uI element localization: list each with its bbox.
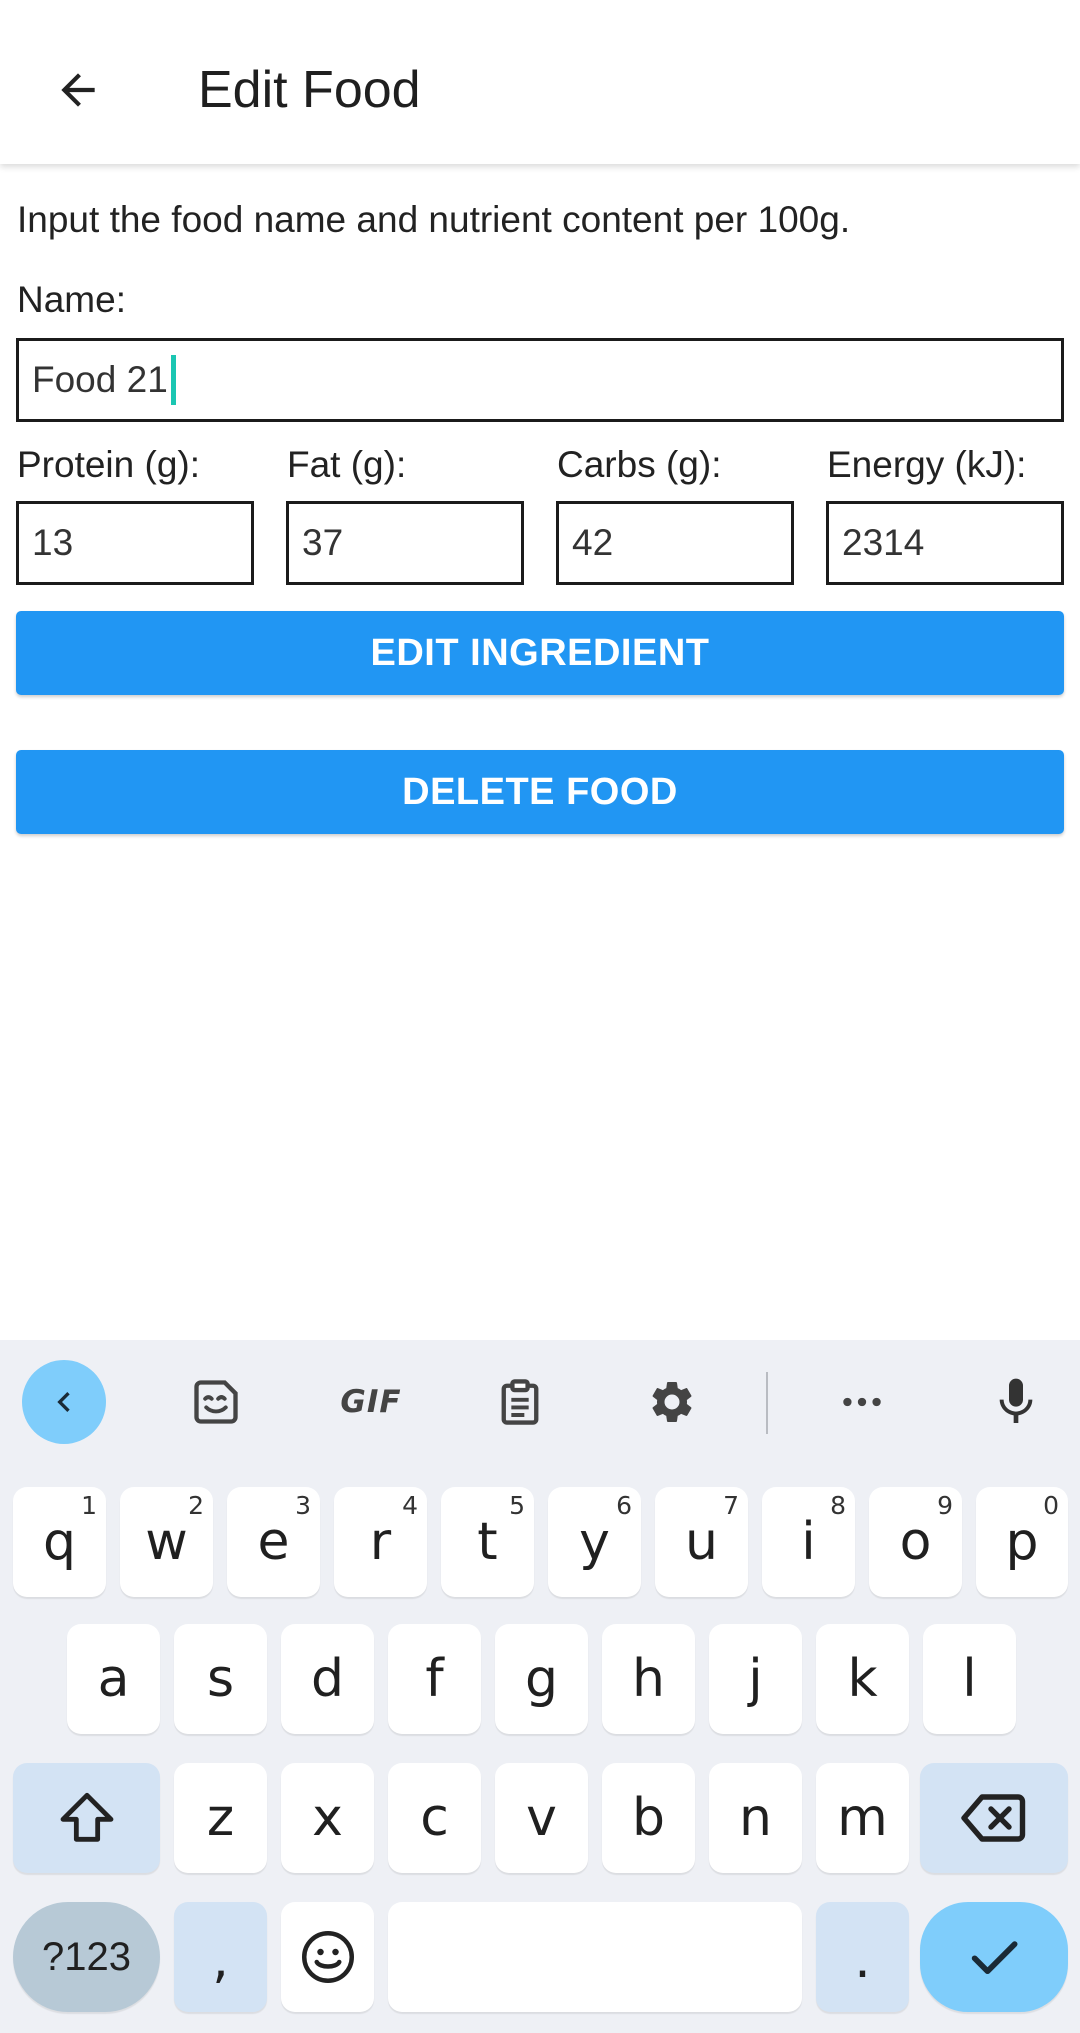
key-hint: 8 bbox=[830, 1491, 846, 1520]
key-e[interactable]: e3 bbox=[227, 1487, 320, 1597]
fat-label: Fat (g): bbox=[287, 444, 407, 485]
key-label: r bbox=[369, 1512, 392, 1572]
protein-input[interactable]: 13 bbox=[16, 501, 254, 585]
key-hint: 1 bbox=[81, 1491, 97, 1520]
clipboard-button[interactable] bbox=[478, 1360, 562, 1444]
sticker-button[interactable] bbox=[174, 1360, 258, 1444]
key-j[interactable]: j bbox=[709, 1624, 802, 1734]
energy-label: Energy (kJ): bbox=[827, 444, 1027, 485]
shift-icon bbox=[60, 1792, 113, 1842]
text-caret bbox=[170, 355, 176, 405]
key-label: w bbox=[145, 1512, 188, 1572]
shift-key[interactable] bbox=[13, 1763, 160, 1873]
key-hint: 9 bbox=[937, 1491, 953, 1520]
emoji-icon bbox=[301, 1931, 354, 1983]
key-label: p bbox=[1005, 1512, 1039, 1572]
backspace-key[interactable] bbox=[920, 1763, 1068, 1873]
enter-key[interactable] bbox=[920, 1902, 1068, 2012]
gif-label: GIF bbox=[340, 1384, 402, 1420]
keyboard-toolbar: GIF bbox=[0, 1340, 1080, 1465]
fat-input[interactable]: 37 bbox=[286, 501, 524, 585]
clipboard-icon bbox=[501, 1379, 539, 1425]
microphone-icon bbox=[999, 1378, 1033, 1423]
checkmark-icon bbox=[971, 1941, 1018, 1975]
toolbar-divider bbox=[766, 1372, 768, 1434]
key-v[interactable]: v bbox=[495, 1763, 588, 1873]
name-input-value: Food 21 bbox=[32, 359, 168, 400]
key-label: q bbox=[42, 1512, 76, 1572]
key-hint: 6 bbox=[616, 1491, 632, 1520]
key-label: i bbox=[801, 1512, 816, 1572]
gif-button[interactable]: GIF bbox=[326, 1360, 416, 1444]
key-label: u bbox=[685, 1512, 718, 1572]
carbs-label: Carbs (g): bbox=[557, 444, 722, 485]
instructions-text: Input the food name and nutrient content… bbox=[17, 199, 851, 240]
key-label: o bbox=[899, 1512, 932, 1572]
key-h[interactable]: h bbox=[602, 1624, 695, 1734]
key-i[interactable]: i8 bbox=[762, 1487, 855, 1597]
emoji-key[interactable] bbox=[281, 1902, 374, 2012]
key-label: t bbox=[477, 1512, 498, 1572]
protein-label: Protein (g): bbox=[17, 444, 201, 485]
fat-value: 37 bbox=[302, 522, 344, 563]
gear-icon bbox=[652, 1382, 692, 1422]
app-bar: Edit Food bbox=[0, 0, 1080, 164]
page-title: Edit Food bbox=[198, 61, 421, 119]
key-y[interactable]: y6 bbox=[548, 1487, 641, 1597]
name-label: Name: bbox=[17, 279, 126, 320]
key-r[interactable]: r4 bbox=[334, 1487, 427, 1597]
sticker-icon bbox=[194, 1380, 238, 1424]
key-f[interactable]: f bbox=[388, 1624, 481, 1734]
key-m[interactable]: m bbox=[816, 1763, 909, 1873]
key-hint: 3 bbox=[295, 1491, 311, 1520]
key-a[interactable]: a bbox=[67, 1624, 160, 1734]
protein-value: 13 bbox=[32, 522, 74, 563]
more-horizontal-icon bbox=[843, 1397, 881, 1407]
arrow-back-icon bbox=[61, 73, 95, 107]
symbols-key[interactable]: ?123 bbox=[13, 1902, 160, 2012]
key-w[interactable]: w2 bbox=[120, 1487, 213, 1597]
chevron-left-icon bbox=[57, 1392, 70, 1412]
carbs-value: 42 bbox=[572, 522, 614, 563]
key-label: y bbox=[579, 1512, 610, 1572]
comma-key[interactable]: , bbox=[174, 1902, 267, 2012]
more-button[interactable] bbox=[820, 1360, 904, 1444]
key-hint: 0 bbox=[1043, 1491, 1059, 1520]
key-n[interactable]: n bbox=[709, 1763, 802, 1873]
keyboard-collapse-button[interactable] bbox=[22, 1360, 106, 1444]
key-p[interactable]: p0 bbox=[976, 1487, 1068, 1597]
key-x[interactable]: x bbox=[281, 1763, 374, 1873]
energy-input[interactable]: 2314 bbox=[826, 501, 1064, 585]
key-t[interactable]: t5 bbox=[441, 1487, 534, 1597]
key-o[interactable]: o9 bbox=[869, 1487, 962, 1597]
name-input[interactable]: Food 21 bbox=[16, 338, 1064, 422]
space-key[interactable] bbox=[388, 1902, 802, 2012]
key-hint: 4 bbox=[402, 1491, 418, 1520]
key-q[interactable]: q1 bbox=[13, 1487, 106, 1597]
delete-food-button[interactable]: DELETE FOOD bbox=[16, 750, 1064, 834]
settings-button[interactable] bbox=[630, 1360, 714, 1444]
key-s[interactable]: s bbox=[174, 1624, 267, 1734]
back-button[interactable] bbox=[28, 44, 128, 136]
key-hint: 5 bbox=[509, 1491, 525, 1520]
key-label: e bbox=[257, 1512, 290, 1572]
key-k[interactable]: k bbox=[816, 1624, 909, 1734]
key-b[interactable]: b bbox=[602, 1763, 695, 1873]
key-l[interactable]: l bbox=[923, 1624, 1016, 1734]
edit-ingredient-button[interactable]: EDIT INGREDIENT bbox=[16, 611, 1064, 695]
key-g[interactable]: g bbox=[495, 1624, 588, 1734]
energy-value: 2314 bbox=[842, 522, 925, 563]
key-z[interactable]: z bbox=[174, 1763, 267, 1873]
key-d[interactable]: d bbox=[281, 1624, 374, 1734]
key-c[interactable]: c bbox=[388, 1763, 481, 1873]
key-hint: 7 bbox=[723, 1491, 739, 1520]
carbs-input[interactable]: 42 bbox=[556, 501, 794, 585]
key-hint: 2 bbox=[188, 1491, 204, 1520]
key-u[interactable]: u7 bbox=[655, 1487, 748, 1597]
on-screen-keyboard: GIF q1 w2 e3 r4 t5 y6 u 7 i 8 o 9 p 0 a … bbox=[0, 1340, 1080, 2033]
period-key[interactable]: . bbox=[816, 1902, 909, 2012]
backspace-icon bbox=[961, 1794, 1026, 1842]
voice-input-button[interactable] bbox=[974, 1360, 1058, 1444]
